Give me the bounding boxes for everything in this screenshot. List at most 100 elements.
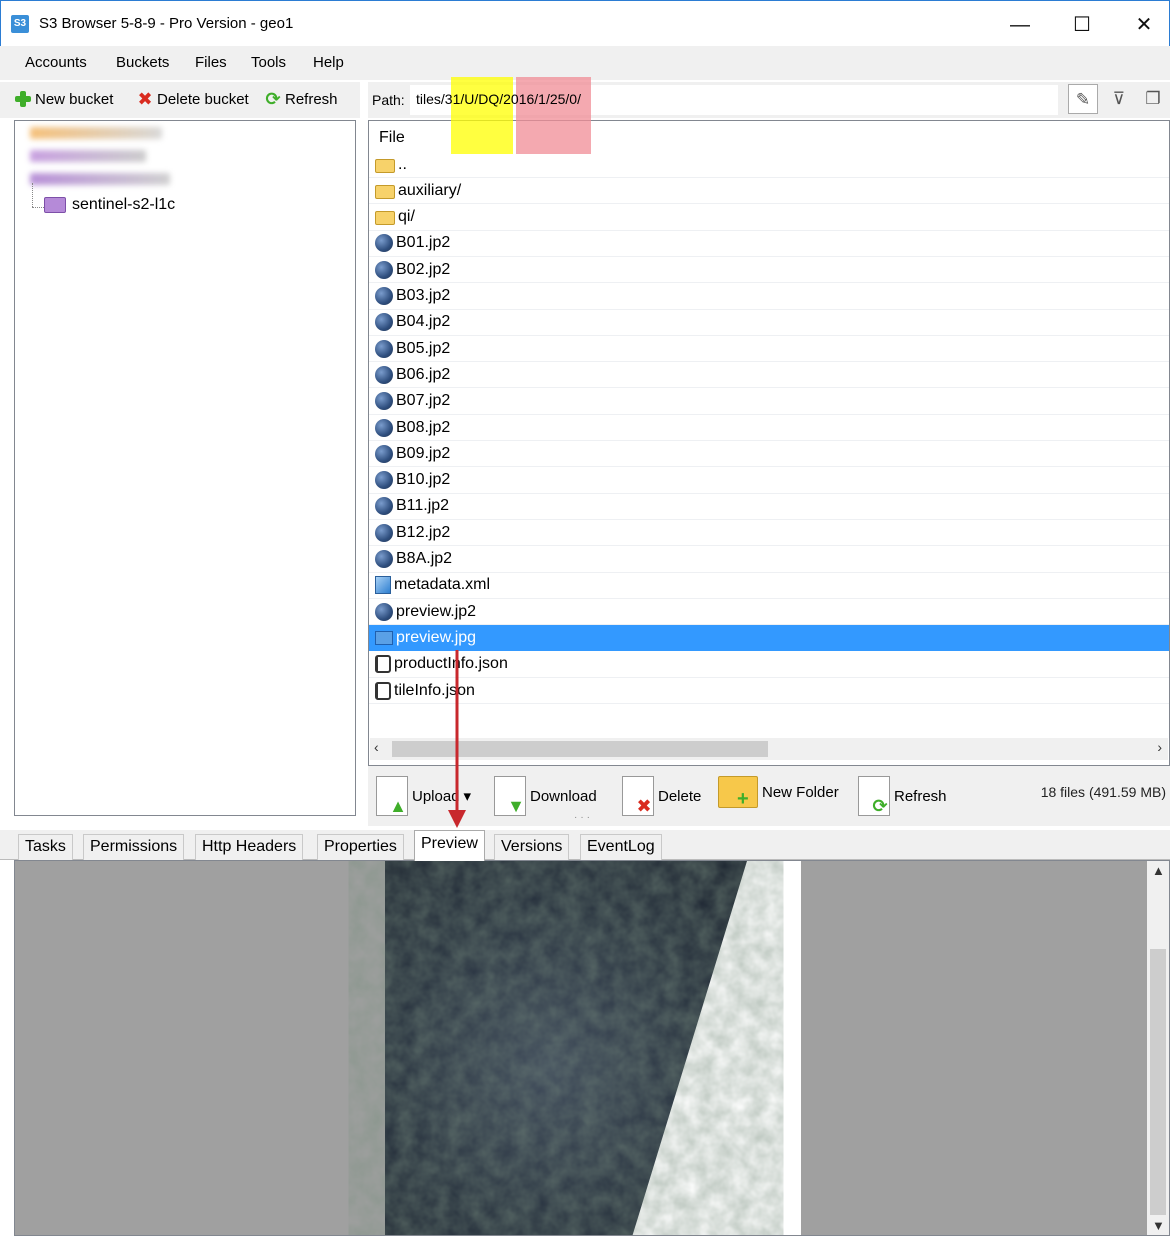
- file-name: ..: [398, 155, 407, 173]
- scroll-down-icon[interactable]: ▼: [1152, 1218, 1165, 1233]
- file-row[interactable]: B07.jp2: [369, 389, 1169, 415]
- menu-bar: Accounts Buckets Files Tools Help: [0, 46, 1170, 80]
- file-row[interactable]: B11.jp2: [369, 494, 1169, 520]
- tab-tasks[interactable]: Tasks: [18, 834, 73, 860]
- globe-icon: [375, 523, 393, 542]
- scroll-thumb[interactable]: [1150, 949, 1166, 1215]
- delete-button[interactable]: ✖ Delete: [622, 776, 701, 816]
- add-icon: [14, 90, 32, 108]
- bucket-folder-icon: [44, 197, 66, 213]
- file-row[interactable]: B8A.jp2: [369, 547, 1169, 573]
- tab-versions[interactable]: Versions: [494, 834, 570, 860]
- path-label: Path:: [372, 92, 405, 108]
- tab-http-headers[interactable]: Http Headers: [195, 834, 304, 860]
- file-row[interactable]: B08.jp2: [369, 415, 1169, 441]
- new-bucket-button[interactable]: New bucket: [14, 90, 113, 108]
- globe-icon: [375, 444, 393, 463]
- new-folder-button[interactable]: + New Folder: [718, 776, 839, 809]
- file-name: metadata.xml: [394, 576, 491, 594]
- file-row[interactable]: B02.jp2: [369, 257, 1169, 284]
- file-row[interactable]: B03.jp2: [369, 284, 1169, 310]
- file-row[interactable]: B01.jp2: [369, 231, 1169, 257]
- file-row[interactable]: metadata.xml: [369, 573, 1169, 599]
- tree-item-bucket[interactable]: sentinel-s2-l1c: [44, 196, 175, 214]
- menu-help[interactable]: Help: [313, 54, 344, 71]
- tab-permissions[interactable]: Permissions: [83, 834, 185, 860]
- tab-preview[interactable]: Preview: [414, 830, 485, 861]
- bucket-label: sentinel-s2-l1c: [72, 196, 176, 213]
- bottom-tab-bar: Tasks Permissions Http Headers Propertie…: [0, 830, 1170, 861]
- tab-properties[interactable]: Properties: [317, 834, 404, 860]
- file-row[interactable]: tileInfo.json: [369, 678, 1169, 704]
- globe-icon: [375, 234, 393, 253]
- app-icon: S3: [11, 15, 29, 33]
- file-name: qi/: [398, 208, 415, 226]
- file-row[interactable]: qi/: [369, 205, 1169, 231]
- file-name: B07.jp2: [396, 392, 451, 410]
- bucket-tree: [14, 120, 356, 816]
- path-value: tiles/31/U/DQ/2016/1/25/0/: [416, 91, 581, 107]
- file-list: File .. auxiliary/qi/B01.jp2 B02.jp2 B03.jp…: [368, 120, 1170, 766]
- file-row[interactable]: ..: [369, 152, 1169, 178]
- download-button[interactable]: ▼ Download: [494, 776, 597, 816]
- horizontal-scrollbar[interactable]: ‹ ›: [370, 738, 1168, 760]
- scroll-right-icon[interactable]: ›: [1157, 739, 1162, 755]
- minimize-button[interactable]: —: [997, 5, 1043, 45]
- download-icon: ▼: [494, 776, 526, 816]
- folder-icon: [375, 158, 395, 173]
- file-row[interactable]: preview.jp2: [369, 599, 1169, 626]
- scroll-up-icon[interactable]: ▲: [1152, 863, 1165, 878]
- file-row[interactable]: B06.jp2: [369, 362, 1169, 389]
- splitter-grip[interactable]: ···: [574, 812, 593, 823]
- delete-bucket-button[interactable]: ✖ Delete bucket: [136, 90, 249, 108]
- json-file-icon: [375, 681, 391, 700]
- refresh-files-button[interactable]: ⟳ Refresh: [858, 776, 947, 816]
- scroll-left-icon[interactable]: ‹: [374, 739, 379, 755]
- file-row[interactable]: B12.jp2: [369, 520, 1169, 547]
- file-row[interactable]: B04.jp2: [369, 310, 1169, 336]
- vertical-scrollbar[interactable]: ▲ ▼: [1147, 861, 1169, 1235]
- file-row[interactable]: B05.jp2: [369, 336, 1169, 363]
- preview-pane: ▲ ▼: [14, 860, 1170, 1236]
- file-name: auxiliary/: [398, 181, 462, 199]
- delete-bucket-label: Delete bucket: [157, 90, 249, 108]
- file-name: B04.jp2: [396, 313, 451, 331]
- highlight-tile-id: [451, 77, 513, 154]
- close-button[interactable]: ✕: [1121, 5, 1167, 45]
- file-row[interactable]: preview.jpg: [369, 625, 1169, 652]
- globe-icon: [375, 602, 393, 621]
- tab-eventlog[interactable]: EventLog: [580, 834, 662, 860]
- blurred-bucket[interactable]: [30, 173, 170, 185]
- copy-icon[interactable]: ❐: [1138, 84, 1168, 114]
- folder-icon: [375, 184, 395, 199]
- menu-tools[interactable]: Tools: [251, 54, 286, 71]
- refresh-buckets-button[interactable]: ⟳ Refresh: [264, 90, 337, 108]
- file-name: B11.jp2: [396, 497, 450, 515]
- file-row[interactable]: productInfo.json: [369, 652, 1169, 678]
- new-bucket-label: New bucket: [35, 90, 114, 108]
- pencil-icon[interactable]: ✎: [1068, 84, 1098, 114]
- new-folder-icon: +: [718, 776, 758, 809]
- filter-icon[interactable]: ⊽: [1104, 84, 1134, 114]
- menu-files[interactable]: Files: [195, 54, 227, 71]
- file-name: B02.jp2: [396, 260, 451, 278]
- file-name: B12.jp2: [396, 523, 451, 541]
- globe-icon: [375, 287, 393, 305]
- maximize-button[interactable]: ☐: [1059, 5, 1105, 45]
- file-row[interactable]: B09.jp2: [369, 441, 1169, 468]
- blurred-bucket[interactable]: [30, 127, 162, 139]
- menu-buckets[interactable]: Buckets: [116, 54, 169, 71]
- column-header-file[interactable]: File: [379, 129, 405, 147]
- file-row[interactable]: auxiliary/: [369, 178, 1169, 205]
- json-file-icon: [375, 655, 391, 674]
- globe-icon: [375, 497, 393, 516]
- blurred-bucket[interactable]: [30, 150, 146, 162]
- globe-icon: [375, 313, 393, 332]
- file-name: B10.jp2: [396, 471, 451, 489]
- file-name: preview.jp2: [396, 602, 477, 620]
- highlight-date: [516, 77, 591, 154]
- menu-accounts[interactable]: Accounts: [25, 54, 87, 71]
- file-row[interactable]: B10.jp2: [369, 468, 1169, 494]
- bucket-toolbar: New bucket ✖ Delete bucket ⟳ Refresh: [0, 82, 360, 118]
- xml-file-icon: [375, 576, 391, 595]
